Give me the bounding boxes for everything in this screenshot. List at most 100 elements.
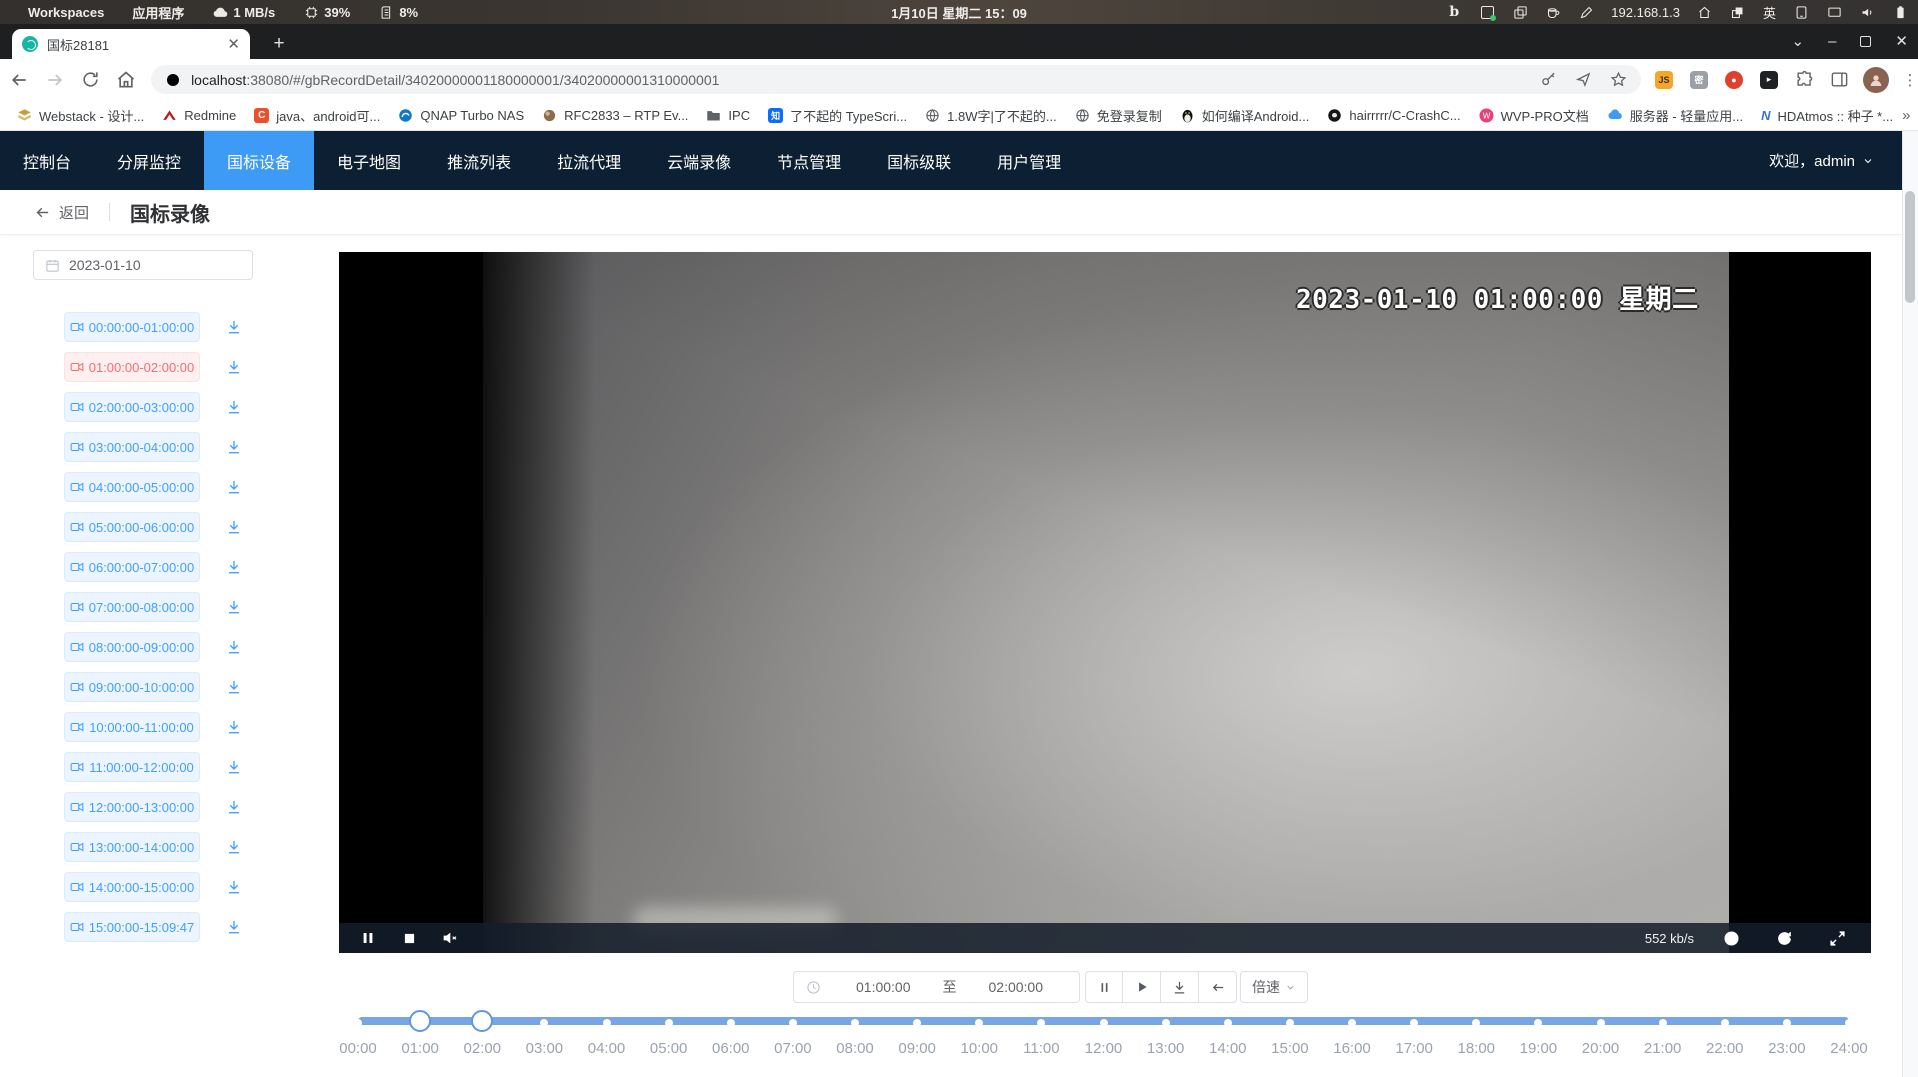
video-player[interactable]: 2023-01-10 01:00:00 星期二 552 kb/s <box>339 252 1871 953</box>
record-time-button[interactable]: 01:00:00-02:00:00 <box>64 352 200 382</box>
nav-tab-9[interactable]: 用户管理 <box>974 131 1084 190</box>
pause-button[interactable] <box>1085 971 1123 1003</box>
replay-icon[interactable] <box>1769 923 1799 953</box>
workspaces-button[interactable]: Workspaces <box>28 5 104 20</box>
snapshot-icon[interactable] <box>1716 923 1746 953</box>
record-time-button[interactable]: 11:00:00-12:00:00 <box>64 752 200 782</box>
record-time-button[interactable]: 13:00:00-14:00:00 <box>64 832 200 862</box>
forward-nav-icon[interactable] <box>38 63 72 97</box>
timeline-handle-0[interactable] <box>409 1010 431 1032</box>
record-time-button[interactable]: 04:00:00-05:00:00 <box>64 472 200 502</box>
record-download-button[interactable] <box>226 439 242 455</box>
profile-avatar[interactable] <box>1863 67 1889 93</box>
date-picker[interactable]: 2023-01-10 <box>33 250 253 280</box>
stop-icon[interactable] <box>394 923 424 953</box>
bookmark-star-icon[interactable] <box>1610 71 1627 88</box>
nav-tab-0[interactable]: 控制台 <box>0 131 94 190</box>
pause-icon[interactable] <box>353 923 383 953</box>
extension-gray-icon[interactable]: 密 <box>1688 69 1710 91</box>
bookmarks-overflow-icon[interactable]: » <box>1902 107 1918 124</box>
timeline-handle-1[interactable] <box>471 1010 493 1032</box>
record-download-button[interactable] <box>226 319 242 335</box>
browser-tab[interactable]: 国标28181 ✕ <box>12 29 250 59</box>
record-download-button[interactable] <box>226 479 242 495</box>
bookmark-item-5[interactable]: IPC <box>697 103 759 127</box>
home-tray-icon[interactable] <box>1697 4 1713 20</box>
bookmark-item-8[interactable]: 免登录复制 <box>1066 103 1171 127</box>
side-panel-icon[interactable] <box>1828 69 1850 91</box>
scrollbar-thumb[interactable] <box>1905 191 1915 303</box>
user-menu[interactable]: 欢迎，admin <box>1769 131 1902 190</box>
bookmark-item-11[interactable]: WWVP-PRO文档 <box>1470 103 1598 127</box>
window-close-button[interactable]: ✕ <box>1895 34 1908 49</box>
bookmark-item-0[interactable]: Webstack - 设计... <box>8 103 153 127</box>
fullscreen-icon[interactable] <box>1822 923 1852 953</box>
record-download-button[interactable] <box>226 359 242 375</box>
record-time-button[interactable]: 07:00:00-08:00:00 <box>64 592 200 622</box>
record-download-button[interactable] <box>226 519 242 535</box>
nav-tab-6[interactable]: 云端录像 <box>644 131 754 190</box>
record-download-button[interactable] <box>226 919 242 935</box>
clipboard-tray-icon[interactable] <box>1512 4 1528 20</box>
workspace-switcher-icon[interactable] <box>1730 4 1746 20</box>
bookmark-item-13[interactable]: NHDAtmos :: 种子 *... <box>1752 103 1902 127</box>
bookmark-item-4[interactable]: RFC2833 – RTP Ev... <box>533 103 697 127</box>
tablet-tray-icon[interactable] <box>1793 4 1809 20</box>
bookmark-item-6[interactable]: 知了不起的 TypeScri... <box>759 103 916 127</box>
record-time-button[interactable]: 08:00:00-09:00:00 <box>64 632 200 662</box>
bookmark-item-12[interactable]: 服务器 - 轻量应用... <box>1598 103 1752 127</box>
download-record-button[interactable] <box>1161 971 1199 1003</box>
time-range-picker[interactable]: 01:00:00 至 02:00:00 <box>793 971 1080 1003</box>
site-info-icon[interactable] <box>165 72 181 88</box>
back-button[interactable]: 返回 <box>34 202 89 223</box>
ip-address[interactable]: 192.168.1.3 <box>1611 5 1680 20</box>
window-minimize-button[interactable]: – <box>1828 34 1836 49</box>
record-download-button[interactable] <box>226 679 242 695</box>
record-download-button[interactable] <box>226 639 242 655</box>
nav-tab-7[interactable]: 节点管理 <box>754 131 864 190</box>
nav-tab-8[interactable]: 国标级联 <box>864 131 974 190</box>
input-method-indicator[interactable]: 英 <box>1763 3 1776 22</box>
record-download-button[interactable] <box>226 399 242 415</box>
bookmark-item-3[interactable]: QNAP Turbo NAS <box>389 103 533 127</box>
record-time-button[interactable]: 06:00:00-07:00:00 <box>64 552 200 582</box>
coffee-tray-icon[interactable] <box>1545 4 1561 20</box>
play-button[interactable] <box>1123 971 1161 1003</box>
clock[interactable]: 1月10日 星期二 15：09 <box>891 3 1027 22</box>
bookmark-item-1[interactable]: Redmine <box>153 103 245 127</box>
extension-dark-icon[interactable]: ▸ <box>1758 69 1780 91</box>
record-time-button[interactable]: 15:00:00-15:09:47 <box>64 912 200 942</box>
bookmark-item-9[interactable]: 如何编译Android... <box>1171 103 1319 127</box>
nav-tab-1[interactable]: 分屏监控 <box>94 131 204 190</box>
password-key-icon[interactable] <box>1540 71 1557 88</box>
record-time-button[interactable]: 14:00:00-15:00:00 <box>64 872 200 902</box>
record-download-button[interactable] <box>226 879 242 895</box>
volume-tray-icon[interactable] <box>1859 4 1875 20</box>
new-tab-button[interactable]: + <box>266 31 292 57</box>
bookmark-item-2[interactable]: Cjava、android可... <box>245 103 389 127</box>
bookmark-item-7[interactable]: 1.8W字|了不起的... <box>916 103 1066 127</box>
record-time-button[interactable]: 03:00:00-04:00:00 <box>64 432 200 462</box>
record-time-button[interactable]: 10:00:00-11:00:00 <box>64 712 200 742</box>
record-download-button[interactable] <box>226 839 242 855</box>
record-download-button[interactable] <box>226 799 242 815</box>
color-picker-tray-icon[interactable] <box>1578 4 1594 20</box>
start-time-input[interactable]: 01:00:00 <box>832 979 935 995</box>
record-time-button[interactable]: 00:00:00-01:00:00 <box>64 312 200 342</box>
record-time-button[interactable]: 02:00:00-03:00:00 <box>64 392 200 422</box>
reload-icon[interactable] <box>74 63 108 97</box>
extension-js-icon[interactable]: JS <box>1653 69 1675 91</box>
app-window-tray-icon[interactable] <box>1479 4 1495 20</box>
tab-search-chevron-icon[interactable]: ⌄ <box>1792 34 1805 49</box>
applications-menu[interactable]: 应用程序 <box>132 3 184 22</box>
bing-tray-icon[interactable]: b <box>1446 4 1462 20</box>
nav-tab-5[interactable]: 拉流代理 <box>534 131 644 190</box>
window-maximize-button[interactable] <box>1860 36 1871 47</box>
record-download-button[interactable] <box>226 599 242 615</box>
end-time-input[interactable]: 02:00:00 <box>965 979 1068 995</box>
nav-tab-2[interactable]: 国标设备 <box>204 131 314 190</box>
extension-red-icon[interactable]: ● <box>1723 69 1745 91</box>
mute-icon[interactable] <box>435 923 465 953</box>
home-icon[interactable] <box>109 63 143 97</box>
nav-tab-4[interactable]: 推流列表 <box>424 131 534 190</box>
